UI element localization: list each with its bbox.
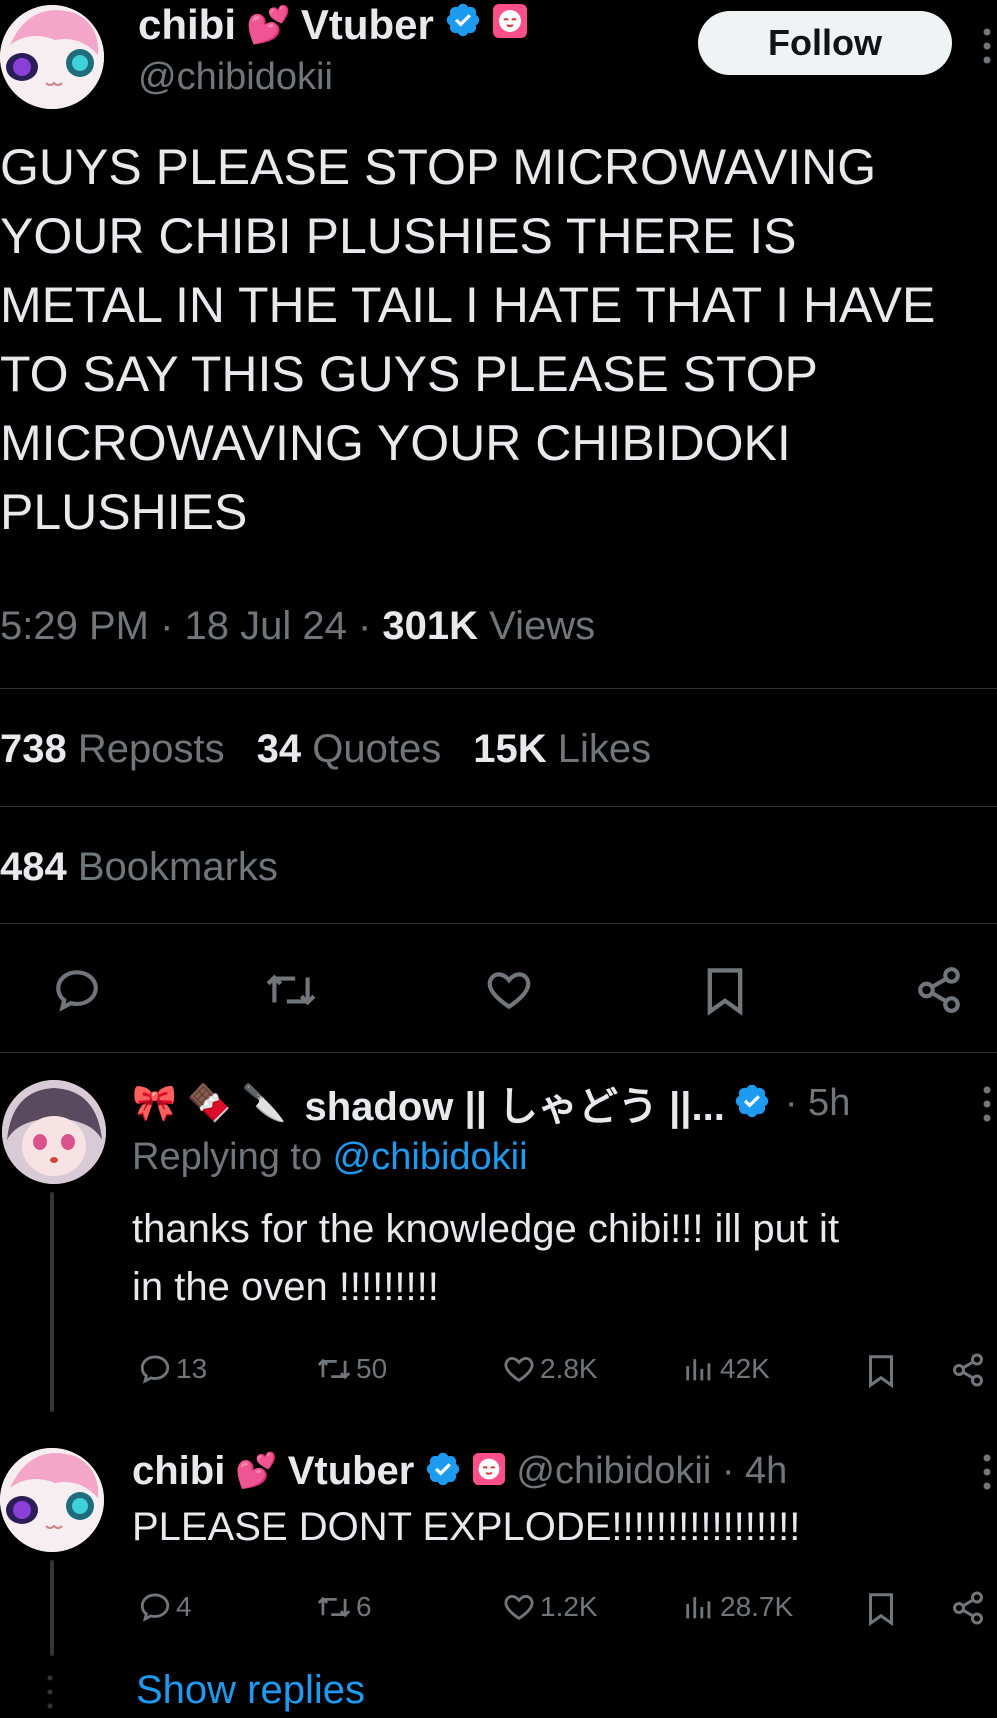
thread-line bbox=[50, 1192, 54, 1412]
reply-reply-button[interactable]: 13 bbox=[138, 1352, 207, 1386]
reply-author-name-part1[interactable]: chibi bbox=[132, 1449, 225, 1494]
quotes-stat[interactable]: 34 Quotes bbox=[257, 727, 442, 772]
tweet-text-line: GUYS PLEASE STOP MICROWAVING bbox=[0, 139, 877, 195]
replying-handle-link[interactable]: @chibidokii bbox=[333, 1136, 528, 1178]
reply-handle-age[interactable]: @chibidokii · 4h bbox=[516, 1450, 787, 1493]
repost-icon bbox=[317, 1358, 351, 1380]
quotes-count: 34 bbox=[256, 727, 302, 771]
reply-count: 13 bbox=[176, 1353, 208, 1384]
more-icon[interactable] bbox=[982, 1084, 992, 1129]
more-icon[interactable] bbox=[982, 1452, 992, 1497]
likes-label: Likes bbox=[557, 727, 652, 771]
tweet-time[interactable]: 5:29 PM · 18 Jul 24 · bbox=[0, 604, 382, 648]
reply-icon bbox=[140, 1593, 170, 1622]
share-icon[interactable] bbox=[950, 1590, 986, 1631]
verified-badge-icon bbox=[444, 1, 482, 49]
reply-author-emoji: 💕 bbox=[235, 1452, 278, 1490]
quotes-label: Quotes bbox=[312, 727, 442, 771]
reply-author-name[interactable]: shadow || しゃどう ||... bbox=[304, 1074, 724, 1132]
views-label: Views bbox=[489, 604, 596, 648]
likes-stat[interactable]: 15K Likes bbox=[473, 727, 651, 772]
reply-avatar[interactable] bbox=[0, 1448, 104, 1552]
divider bbox=[0, 688, 997, 689]
tweet-meta: 5:29 PM · 18 Jul 24 · 301K Views bbox=[0, 604, 595, 649]
author-name-part2[interactable]: Vtuber bbox=[301, 1, 434, 49]
replying-to: Replying to @chibidokii bbox=[132, 1136, 528, 1179]
more-icon[interactable] bbox=[982, 26, 992, 71]
reposts-count: 738 bbox=[0, 727, 67, 771]
reply-author-name-part2[interactable]: Vtuber bbox=[288, 1449, 415, 1494]
reply-repost-button[interactable]: 50 bbox=[316, 1352, 387, 1386]
reply-text: PLEASE DONT EXPLODE!!!!!!!!!!!!!!!!! bbox=[132, 1505, 801, 1549]
reply-views-button[interactable]: 28.7K bbox=[682, 1590, 793, 1624]
tweet-text-line: YOUR CHIBI PLUSHIES THERE IS bbox=[0, 208, 797, 264]
reposts-stat[interactable]: 738 Reposts bbox=[0, 727, 225, 772]
bookmarks-stat[interactable]: 484 Bookmarks bbox=[0, 845, 278, 890]
bookmark-icon[interactable] bbox=[866, 1352, 896, 1395]
share-icon[interactable] bbox=[914, 965, 964, 1015]
reply-like-button[interactable]: 2.8K bbox=[502, 1352, 598, 1386]
thread-line bbox=[50, 1560, 54, 1656]
divider bbox=[0, 1052, 997, 1053]
views-count: 42K bbox=[720, 1353, 770, 1384]
reply-emoji-prefix: 🎀🍫🔪 bbox=[132, 1082, 297, 1123]
thread-dots bbox=[45, 1672, 55, 1717]
bookmarks-count: 484 bbox=[0, 845, 67, 889]
bookmarks-label: Bookmarks bbox=[77, 845, 278, 889]
author-emoji: 💕 bbox=[246, 4, 291, 45]
views-icon bbox=[686, 1359, 711, 1381]
author-avatar[interactable] bbox=[0, 5, 104, 109]
reposts-label: Reposts bbox=[77, 727, 225, 771]
tweet-text-line: TO SAY THIS GUYS PLEASE STOP bbox=[0, 346, 818, 402]
tweet-text: GUYS PLEASE STOP MICROWAVING YOUR CHIBI … bbox=[0, 133, 997, 547]
like-count: 2.8K bbox=[540, 1353, 598, 1384]
likes-count: 15K bbox=[473, 727, 547, 771]
views-count: 28.7K bbox=[720, 1591, 794, 1622]
bookmark-icon[interactable] bbox=[703, 965, 747, 1017]
like-icon bbox=[504, 1594, 534, 1620]
reply-age[interactable]: · 5h bbox=[785, 1082, 850, 1125]
affiliate-badge-icon bbox=[472, 1452, 506, 1491]
reply-repost-button[interactable]: 6 bbox=[316, 1590, 372, 1624]
tweet-text-line: PLUSHIES bbox=[0, 484, 248, 540]
show-replies-link[interactable]: Show replies bbox=[136, 1668, 365, 1713]
replying-prefix: Replying to bbox=[132, 1136, 333, 1178]
reply-count: 4 bbox=[176, 1591, 192, 1622]
bookmark-icon[interactable] bbox=[866, 1590, 896, 1633]
divider bbox=[0, 923, 997, 924]
reply-like-button[interactable]: 1.2K bbox=[502, 1590, 598, 1624]
share-icon[interactable] bbox=[950, 1352, 986, 1393]
repost-icon bbox=[317, 1596, 351, 1618]
divider bbox=[0, 806, 997, 807]
reply-text: thanks for the knowledge chibi!!! ill pu… bbox=[132, 1200, 839, 1316]
reply-icon bbox=[140, 1355, 170, 1384]
engagement-stats: 738 Reposts 34 Quotes 15K Likes bbox=[0, 727, 651, 772]
like-count: 1.2K bbox=[540, 1591, 598, 1622]
repost-count: 50 bbox=[356, 1353, 388, 1384]
author-name-part1[interactable]: chibi bbox=[138, 1, 236, 49]
reply-text-line: in the oven !!!!!!!!! bbox=[132, 1265, 439, 1309]
author-handle[interactable]: @chibidokii bbox=[138, 56, 333, 99]
verified-badge-icon bbox=[424, 1450, 462, 1493]
views-count: 301K bbox=[382, 604, 479, 648]
views-icon bbox=[686, 1597, 711, 1619]
tweet-text-line: METAL IN THE TAIL I HATE THAT I HAVE bbox=[0, 277, 936, 333]
tweet-text-line: MICROWAVING YOUR CHIBIDOKI bbox=[0, 415, 791, 471]
follow-button[interactable]: Follow bbox=[698, 11, 952, 75]
reply-reply-button[interactable]: 4 bbox=[138, 1590, 192, 1624]
repost-icon[interactable] bbox=[264, 965, 318, 1015]
reply-text-line: thanks for the knowledge chibi!!! ill pu… bbox=[132, 1207, 840, 1251]
reply-views-button[interactable]: 42K bbox=[682, 1352, 770, 1386]
reply-icon[interactable] bbox=[52, 965, 102, 1015]
affiliate-badge-icon bbox=[492, 1, 528, 49]
like-icon[interactable] bbox=[483, 965, 535, 1015]
repost-count: 6 bbox=[356, 1591, 372, 1622]
like-icon bbox=[504, 1356, 534, 1382]
reply-avatar[interactable] bbox=[2, 1080, 106, 1184]
verified-badge-icon bbox=[733, 1082, 771, 1125]
